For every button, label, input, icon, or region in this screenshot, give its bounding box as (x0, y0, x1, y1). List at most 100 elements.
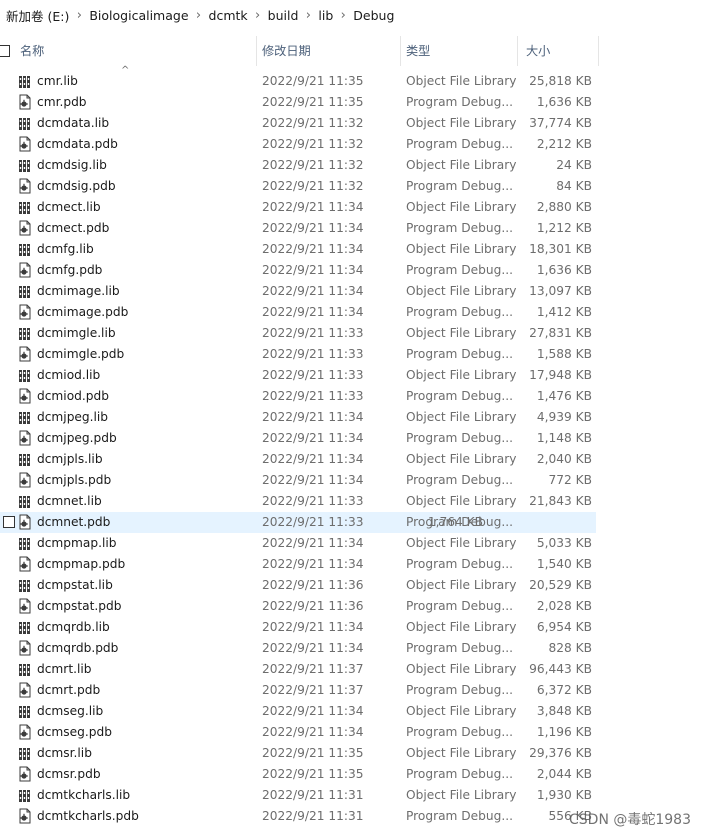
file-size: 828 KB (548, 641, 593, 655)
debug-file-icon (18, 262, 32, 278)
file-date: 2022/9/21 11:35 (262, 95, 364, 109)
column-name-header[interactable]: 名称 (20, 36, 44, 66)
file-type: Object File Library (406, 284, 516, 298)
file-row[interactable]: dcmfg.pdb 2022/9/21 11:34 Program Debug...… (0, 260, 705, 281)
file-row[interactable]: dcmqrdb.lib 2022/9/21 11:34 Object File Li… (0, 617, 705, 638)
column-date-header[interactable]: 修改日期 (262, 36, 311, 66)
file-row[interactable]: dcmsr.lib 2022/9/21 11:35 Object File Libr… (0, 743, 705, 764)
debug-file-icon (18, 136, 32, 152)
file-date: 2022/9/21 11:35 (262, 767, 364, 781)
file-row[interactable]: dcmpmap.lib 2022/9/21 11:34 Object File Li… (0, 533, 705, 554)
file-row[interactable]: cmr.pdb 2022/9/21 11:35 Program Debug... 1,… (0, 92, 705, 113)
breadcrumb-item[interactable]: 新加卷 (E:) (6, 6, 69, 25)
breadcrumb-item[interactable]: Biologicalimage (89, 8, 188, 23)
chevron-right-icon[interactable]: › (333, 8, 353, 23)
breadcrumb-item[interactable]: lib (318, 8, 333, 23)
file-size: 2,880 KB (536, 200, 592, 214)
row-checkbox[interactable] (3, 516, 15, 528)
file-name: dcmdata.pdb (37, 137, 118, 151)
file-row[interactable]: dcmimgle.lib 2022/9/21 11:33 Object File L… (0, 323, 705, 344)
breadcrumb-item[interactable]: build (268, 8, 299, 23)
file-name: dcmsr.lib (37, 746, 92, 760)
column-divider[interactable] (598, 36, 599, 66)
file-size: 2,028 KB (536, 599, 592, 613)
file-size: 1,540 KB (536, 557, 592, 571)
file-row[interactable]: dcmsr.pdb 2022/9/21 11:35 Program Debug...… (0, 764, 705, 785)
column-divider[interactable] (256, 36, 257, 66)
file-size: 18,301 KB (529, 242, 592, 256)
file-row[interactable]: dcmpmap.pdb 2022/9/21 11:34 Program Debug.… (0, 554, 705, 575)
file-row[interactable]: dcmimage.pdb 2022/9/21 11:34 Program Debug… (0, 302, 705, 323)
file-row[interactable]: dcmimgle.pdb 2022/9/21 11:33 Program Debug… (0, 344, 705, 365)
file-type: Object File Library (406, 746, 516, 760)
file-row[interactable]: dcmdata.pdb 2022/9/21 11:32 Program Debug.… (0, 134, 705, 155)
file-date: 2022/9/21 11:37 (262, 662, 364, 676)
file-row[interactable]: dcmdsig.lib 2022/9/21 11:32 Object File Li… (0, 155, 705, 176)
file-row[interactable]: dcmnet.lib 2022/9/21 11:33 Object File Lib… (0, 491, 705, 512)
library-file-icon (18, 451, 32, 467)
chevron-right-icon[interactable]: › (298, 8, 318, 23)
file-row[interactable]: dcmect.pdb 2022/9/21 11:34 Program Debug..… (0, 218, 705, 239)
file-size: 1,412 KB (536, 305, 592, 319)
file-row[interactable]: dcmrt.pdb 2022/9/21 11:37 Program Debug...… (0, 680, 705, 701)
chevron-right-icon[interactable]: › (189, 8, 209, 23)
file-size: 6,372 KB (536, 683, 592, 697)
file-row[interactable]: dcmpstat.lib 2022/9/21 11:36 Object File L… (0, 575, 705, 596)
file-type: Program Debug... (406, 389, 513, 403)
file-type: Program Debug... (406, 347, 513, 361)
file-row[interactable]: dcmdata.lib 2022/9/21 11:32 Object File Li… (0, 113, 705, 134)
file-type: Object File Library (406, 242, 516, 256)
file-row[interactable]: dcmseg.lib 2022/9/21 11:34 Object File Lib… (0, 701, 705, 722)
file-row[interactable]: dcmqrdb.pdb 2022/9/21 11:34 Program Debug.… (0, 638, 705, 659)
file-type: Program Debug... (406, 641, 513, 655)
file-row[interactable]: dcmdsig.pdb 2022/9/21 11:32 Program Debug.… (0, 176, 705, 197)
select-all-checkbox[interactable] (0, 45, 10, 57)
file-row[interactable]: dcmfg.lib 2022/9/21 11:34 Object File Libr… (0, 239, 705, 260)
file-row[interactable]: dcmiod.pdb 2022/9/21 11:33 Program Debug..… (0, 386, 705, 407)
breadcrumb-item[interactable]: Debug (353, 8, 394, 23)
file-date: 2022/9/21 11:33 (262, 347, 364, 361)
column-divider[interactable] (400, 36, 401, 66)
library-file-icon (18, 73, 32, 89)
file-size: 1,764 KB (427, 515, 483, 529)
file-type: Program Debug... (406, 557, 513, 571)
file-name: dcmqrdb.lib (37, 620, 110, 634)
file-date: 2022/9/21 11:34 (262, 263, 364, 277)
file-type: Program Debug... (406, 221, 513, 235)
breadcrumb-item[interactable]: dcmtk (209, 8, 248, 23)
file-row[interactable]: dcmjpls.pdb 2022/9/21 11:34 Program Debug.… (0, 470, 705, 491)
file-date: 2022/9/21 11:31 (262, 788, 364, 802)
file-row[interactable]: dcmiod.lib 2022/9/21 11:33 Object File Lib… (0, 365, 705, 386)
file-type: Object File Library (406, 452, 516, 466)
file-row[interactable]: dcmtkcharls.lib 2022/9/21 11:31 Object Fil… (0, 785, 705, 806)
column-type-header[interactable]: 类型 (406, 36, 430, 66)
file-row[interactable]: cmr.lib 2022/9/21 11:35 Object File Librar… (0, 71, 705, 92)
file-type: Object File Library (406, 368, 516, 382)
chevron-right-icon[interactable]: › (69, 8, 89, 23)
file-row[interactable]: dcmjpeg.lib 2022/9/21 11:34 Object File Li… (0, 407, 705, 428)
file-row[interactable]: dcmjpeg.pdb 2022/9/21 11:34 Program Debug.… (0, 428, 705, 449)
debug-file-icon (18, 766, 32, 782)
file-row[interactable]: dcmpstat.pdb 2022/9/21 11:36 Program Debug… (0, 596, 705, 617)
file-size: 3,848 KB (536, 704, 592, 718)
column-divider[interactable] (517, 36, 518, 66)
file-row[interactable]: dcmjpls.lib 2022/9/21 11:34 Object File Li… (0, 449, 705, 470)
file-size: 2,040 KB (536, 452, 592, 466)
file-row[interactable]: dcmseg.pdb 2022/9/21 11:34 Program Debug..… (0, 722, 705, 743)
debug-file-icon (18, 724, 32, 740)
file-size: 1,196 KB (536, 725, 592, 739)
file-date: 2022/9/21 11:32 (262, 158, 364, 172)
file-date: 2022/9/21 11:34 (262, 641, 364, 655)
chevron-right-icon[interactable]: › (248, 8, 268, 23)
file-row[interactable]: dcmrt.lib 2022/9/21 11:37 Object File Libr… (0, 659, 705, 680)
library-file-icon (18, 115, 32, 131)
column-size-header[interactable]: 大小 (526, 36, 550, 66)
file-type: Object File Library (406, 326, 516, 340)
file-row[interactable]: dcmnet.pdb 2022/9/21 11:33 Program Debug..… (0, 512, 596, 533)
debug-file-icon (18, 808, 32, 824)
file-date: 2022/9/21 11:34 (262, 557, 364, 571)
file-size: 772 KB (548, 473, 593, 487)
file-row[interactable]: dcmimage.lib 2022/9/21 11:34 Object File L… (0, 281, 705, 302)
file-size: 84 KB (556, 179, 592, 193)
file-row[interactable]: dcmect.lib 2022/9/21 11:34 Object File Lib… (0, 197, 705, 218)
